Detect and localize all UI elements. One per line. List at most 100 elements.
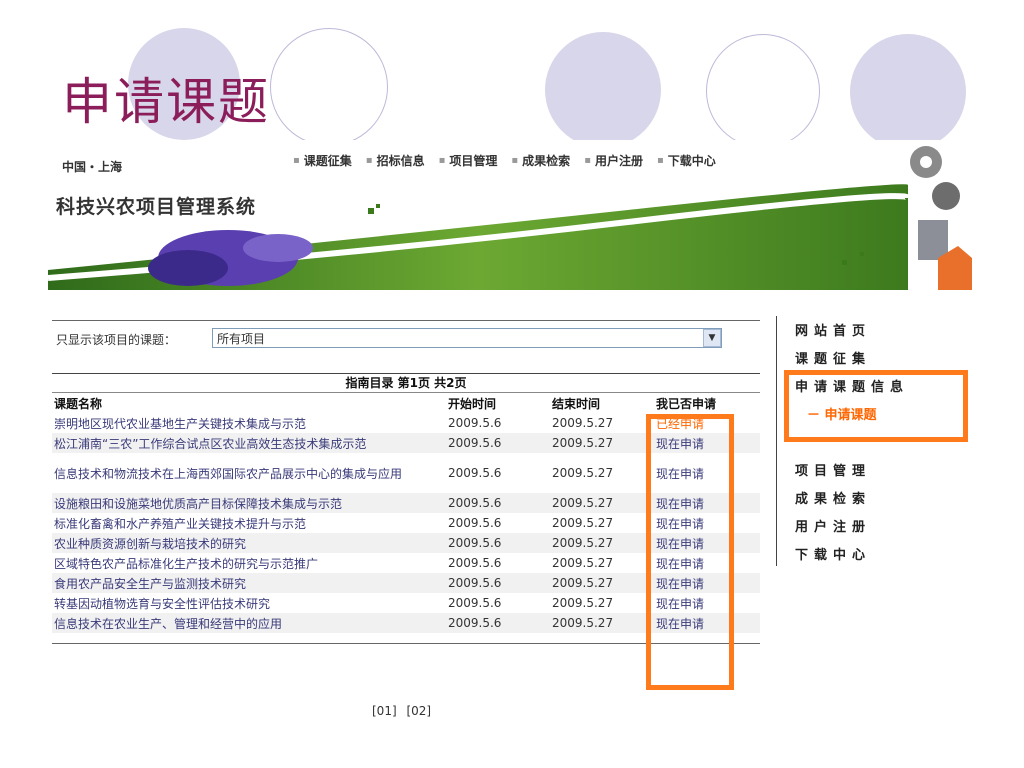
apply-now-link[interactable]: 现在申请 bbox=[654, 553, 760, 573]
topic-name[interactable]: 食用农产品安全生产与监测技术研究 bbox=[52, 573, 446, 593]
nav-dot-icon: ▪ bbox=[365, 155, 373, 166]
topic-name[interactable]: 崇明地区现代农业基地生产关键技术集成与示范 bbox=[52, 413, 446, 433]
filter-label: 只显示该项目的课题： bbox=[56, 333, 177, 347]
nav-item-project[interactable]: ▪ 项目管理 bbox=[439, 152, 498, 169]
table-row: 农业种质资源创新与栽培技术的研究 2009.5.6 2009.5.27 现在申请 bbox=[52, 533, 760, 553]
start-date: 2009.5.6 bbox=[446, 433, 550, 453]
nav-item-bidding[interactable]: ▪ 招标信息 bbox=[366, 152, 425, 169]
decor-circle-5 bbox=[850, 34, 966, 150]
location-text: 中国・上海 bbox=[62, 160, 123, 174]
slide-title: 申请课题 bbox=[62, 73, 270, 131]
topic-table: 课题名称 开始时间 结束时间 我已否申请 崇明地区现代农业基地生产关键技术集成与… bbox=[52, 392, 760, 633]
topic-name[interactable]: 区域特色农产品标准化生产技术的研究与示范推广 bbox=[52, 553, 446, 573]
decor-circle-3 bbox=[545, 32, 661, 148]
topic-name[interactable]: 松江浦南“三农”工作综合试点区农业高效生态技术集成示范 bbox=[52, 433, 446, 453]
project-select[interactable]: 所有项目 ▼ bbox=[212, 328, 722, 348]
nav-label: 项目管理 bbox=[449, 154, 498, 168]
table-row: 松江浦南“三农”工作综合试点区农业高效生态技术集成示范 2009.5.6 200… bbox=[52, 433, 760, 453]
project-filter: 只显示该项目的课题： 所有项目 ▼ bbox=[52, 320, 760, 351]
nav-label: 下载中心 bbox=[667, 154, 716, 168]
end-date: 2009.5.27 bbox=[550, 433, 654, 453]
nav-label: 成果检索 bbox=[522, 154, 571, 168]
top-nav: ▪ 课题征集 ▪ 招标信息 ▪ 项目管理 ▪ 成果检索 ▪ 用户注册 ▪ 下载中心 bbox=[293, 152, 716, 169]
col-header-name: 课题名称 bbox=[52, 392, 446, 413]
nav-item-download[interactable]: ▪ 下载中心 bbox=[657, 152, 716, 169]
nav-item-collect[interactable]: ▪ 课题征集 bbox=[293, 152, 352, 169]
side-item-result[interactable]: 成果检索 bbox=[795, 488, 871, 507]
topic-name[interactable]: 转基因动植物选育与安全性评估技术研究 bbox=[52, 593, 446, 613]
apply-now-link[interactable]: 现在申请 bbox=[654, 493, 760, 513]
end-date: 2009.5.27 bbox=[552, 556, 614, 570]
end-date: 2009.5.27 bbox=[550, 493, 654, 513]
start-date: 2009.5.6 bbox=[448, 516, 502, 530]
end-date: 2009.5.27 bbox=[550, 533, 654, 553]
col-header-end: 结束时间 bbox=[550, 392, 654, 413]
apply-now-link[interactable]: 现在申请 bbox=[654, 513, 760, 533]
start-date: 2009.5.6 bbox=[446, 533, 550, 553]
nav-dot-icon: ▪ bbox=[293, 155, 300, 166]
nav-label: 招标信息 bbox=[376, 154, 425, 168]
end-date: 2009.5.27 bbox=[552, 466, 614, 480]
end-date: 2009.5.27 bbox=[552, 416, 614, 430]
table-caption: 指南目录 第1页 共2页 bbox=[52, 373, 760, 392]
topic-name[interactable]: 标准化畜禽和水产养殖产业关键技术提升与示范 bbox=[52, 513, 446, 533]
site-banner: 中国・上海 ▪ 课题征集 ▪ 招标信息 ▪ 项目管理 ▪ 成果检索 ▪ 用户注册 ▪ 下载中… bbox=[48, 140, 972, 290]
decor-circle-4 bbox=[706, 34, 820, 148]
table-row: 转基因动植物选育与安全性评估技术研究 2009.5.6 2009.5.27 现在… bbox=[52, 593, 760, 613]
table-row: 标准化畜禽和水产养殖产业关键技术提升与示范 2009.5.6 2009.5.27… bbox=[52, 513, 760, 533]
side-item-collect[interactable]: 课题征集 bbox=[795, 348, 871, 367]
start-date: 2009.5.6 bbox=[446, 493, 550, 513]
end-date: 2009.5.27 bbox=[550, 573, 654, 593]
nav-label: 课题征集 bbox=[303, 154, 352, 168]
topic-name[interactable]: 农业种质资源创新与栽培技术的研究 bbox=[52, 533, 446, 553]
start-date: 2009.5.6 bbox=[446, 613, 550, 633]
topic-name[interactable]: 设施粮田和设施菜地优质高产目标保障技术集成与示范 bbox=[52, 493, 446, 513]
side-item-project[interactable]: 项目管理 bbox=[795, 460, 871, 479]
col-header-start: 开始时间 bbox=[446, 392, 550, 413]
table-bottom-rule bbox=[52, 633, 760, 644]
table-row: 崇明地区现代农业基地生产关键技术集成与示范 2009.5.6 2009.5.27… bbox=[52, 413, 760, 433]
nav-dot-icon: ▪ bbox=[656, 155, 664, 166]
table-row: 食用农产品安全生产与监测技术研究 2009.5.6 2009.5.27 现在申请 bbox=[52, 573, 760, 593]
start-date: 2009.5.6 bbox=[448, 556, 502, 570]
nav-label: 用户注册 bbox=[594, 154, 643, 168]
apply-now-link[interactable]: 现在申请 bbox=[654, 453, 760, 493]
side-item-apply-info[interactable]: 申请课题信息 bbox=[795, 376, 909, 395]
apply-now-link[interactable]: 现在申请 bbox=[654, 433, 760, 453]
chevron-down-icon[interactable]: ▼ bbox=[703, 329, 721, 347]
end-date: 2009.5.27 bbox=[550, 613, 654, 633]
page-link-1[interactable]: [01] bbox=[372, 704, 397, 718]
apply-now-link[interactable]: 现在申请 bbox=[654, 573, 760, 593]
nav-dot-icon: ▪ bbox=[438, 155, 446, 166]
applied-status: 已经申请 bbox=[656, 416, 705, 431]
table-row: 设施粮田和设施菜地优质高产目标保障技术集成与示范 2009.5.6 2009.5… bbox=[52, 493, 760, 513]
side-item-download[interactable]: 下载中心 bbox=[795, 544, 871, 563]
topic-table-section: 指南目录 第1页 共2页 课题名称 开始时间 结束时间 我已否申请 崇明地区现代… bbox=[52, 373, 760, 644]
project-select-value: 所有项目 bbox=[217, 332, 266, 346]
topic-name[interactable]: 信息技术在农业生产、管理和经营中的应用 bbox=[52, 613, 446, 633]
side-item-apply-topic[interactable]: － 申请课题 bbox=[807, 404, 877, 423]
side-item-register[interactable]: 用户注册 bbox=[795, 516, 871, 535]
start-date: 2009.5.6 bbox=[448, 466, 502, 480]
nav-item-register[interactable]: ▪ 用户注册 bbox=[584, 152, 643, 169]
system-name: 科技兴农项目管理系统 bbox=[56, 196, 257, 218]
table-row: 信息技术和物流技术在上海西郊国际农产品展示中心的集成与应用 2009.5.6 2… bbox=[52, 453, 760, 493]
start-date: 2009.5.6 bbox=[448, 416, 502, 430]
nav-dot-icon: ▪ bbox=[584, 155, 591, 166]
apply-now-link[interactable]: 现在申请 bbox=[654, 533, 760, 553]
page-link-2[interactable]: [02] bbox=[406, 704, 431, 718]
apply-now-link[interactable]: 现在申请 bbox=[654, 613, 760, 633]
start-date: 2009.5.6 bbox=[448, 596, 502, 610]
nav-dot-icon: ▪ bbox=[511, 155, 519, 166]
pagination: [01] [02] bbox=[372, 704, 437, 718]
start-date: 2009.5.6 bbox=[446, 573, 550, 593]
topic-name[interactable]: 信息技术和物流技术在上海西郊国际农产品展示中心的集成与应用 bbox=[52, 453, 446, 493]
nav-item-result[interactable]: ▪ 成果检索 bbox=[511, 152, 570, 169]
col-header-status: 我已否申请 bbox=[654, 392, 760, 413]
decor-circle-2 bbox=[270, 28, 388, 146]
side-item-home[interactable]: 网站首页 bbox=[795, 320, 871, 339]
table-row: 区域特色农产品标准化生产技术的研究与示范推广 2009.5.6 2009.5.2… bbox=[52, 553, 760, 573]
end-date: 2009.5.27 bbox=[552, 596, 614, 610]
apply-now-link[interactable]: 现在申请 bbox=[654, 593, 760, 613]
table-row: 信息技术在农业生产、管理和经营中的应用 2009.5.6 2009.5.27 现… bbox=[52, 613, 760, 633]
